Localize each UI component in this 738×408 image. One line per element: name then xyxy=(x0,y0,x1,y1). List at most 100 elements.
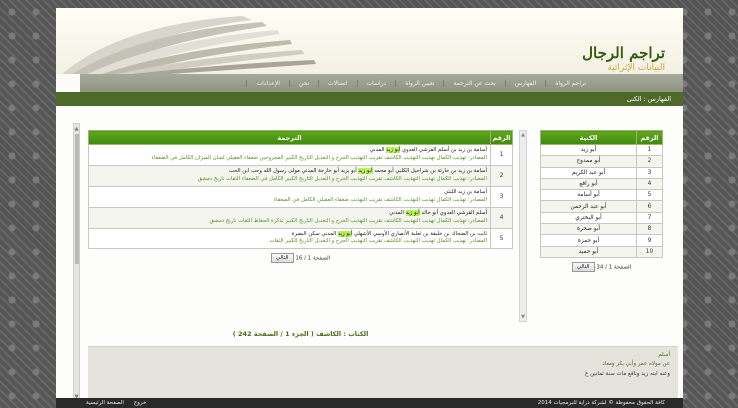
sources-list[interactable]: المصادر: تهذيب الكمال تهذيب التهذيب الكا… xyxy=(92,176,487,184)
nav-item-contacts[interactable]: اتصالات xyxy=(318,79,356,87)
next-page-button[interactable]: التالي xyxy=(571,261,595,272)
book-reference: الكتاب : الكاشف ( الجزء 1 / الصفحة 242 ) xyxy=(232,330,369,338)
row-number: 10 xyxy=(636,245,663,258)
sources-list[interactable]: المصادر: تهذيب الكمال تهذيب التهذيب الكا… xyxy=(92,218,487,226)
footer-links: خروج الصفحة الرئيسية xyxy=(78,400,146,406)
pager-text: الصفحة 1 / 16 xyxy=(295,255,331,262)
table-row[interactable]: أسامة بن زيد بن أسلم القرشي العدوي أبو ز… xyxy=(88,144,513,166)
narrator-name-rest: أبو يزيد أبو خارجة المدني مولى رسول الله… xyxy=(228,167,359,174)
translation-table: الترجمة الرقم أسامة بن زيد بن أسلم القرش… xyxy=(88,130,513,250)
row-number: 9 xyxy=(636,234,663,247)
kunya-cell[interactable]: أبو البختري xyxy=(540,211,637,225)
nav-item-identify[interactable]: تعيين الرواة xyxy=(395,79,443,87)
translation-cell[interactable]: أسامة بن زيد بن أسلم القرشي العدوي أبو ز… xyxy=(88,144,491,166)
row-number: 5 xyxy=(636,189,663,202)
kunya-panel: الكنية الرقم أبو زيد 1 أبو ممدوح 2 أبو عبد… xyxy=(540,130,663,272)
table-row[interactable]: أبو صخرة 8 xyxy=(540,223,663,236)
main-content: ▲ ▼ الترجمة الرقم أسامة بن زيد بن أسلم ا… xyxy=(56,106,683,408)
table-row[interactable]: أبو عبد الرحمن 6 xyxy=(540,200,663,213)
sources-list[interactable]: المصادر: تهذيب الكمال تهذيب التهذيب الكا… xyxy=(92,197,487,205)
nav-item-about[interactable]: نحن xyxy=(288,79,318,87)
row-number: 6 xyxy=(636,200,663,213)
kunya-cell[interactable]: أبو عبد الكريم xyxy=(540,166,637,179)
home-link[interactable]: الصفحة الرئيسية xyxy=(86,400,124,406)
biography-box: أسلم عن مولاه عمر وأبي بكر ومعاذ وعنه اب… xyxy=(88,346,678,402)
table-row[interactable]: أسامة بن زيد بن حارثة بن شراحيل الكلبي أ… xyxy=(88,164,513,187)
sources-list[interactable]: المصادر: تهذيب الكمال تهذيب التهذيب الكا… xyxy=(92,238,487,246)
logo-title: تراجم الرجال xyxy=(582,44,665,62)
main-nav: تراجم الرواة الفهارس بحث عن الترجمة تعيي… xyxy=(80,74,683,92)
scroll-down-icon[interactable]: ▼ xyxy=(520,314,526,320)
column-header-number: الرقم xyxy=(490,130,513,145)
nav-item-settings[interactable]: الإعدادات xyxy=(246,79,288,87)
narrator-name-rest: المدني xyxy=(369,147,387,153)
row-number: 3 xyxy=(490,185,513,208)
row-number: 8 xyxy=(636,223,663,236)
translation-cell[interactable]: أسامة بن زيد بن حارثة بن شراحيل الكلبي أ… xyxy=(88,164,491,187)
row-number: 1 xyxy=(636,143,663,157)
translation-cell[interactable]: أسلم القرشي العدوي أبو خالد أبو زيد المد… xyxy=(88,206,491,229)
breadcrumb: الفهارس : الكنى xyxy=(56,92,683,106)
translation-panel: الترجمة الرقم أسامة بن زيد بن أسلم القرش… xyxy=(88,130,513,264)
next-page-button[interactable]: التالي xyxy=(270,253,294,264)
narrator-name[interactable]: أسامة بن زيد الليثي xyxy=(444,189,487,195)
narrator-name[interactable]: أسامة بن زيد بن حارثة بن شراحيل الكلبي أ… xyxy=(373,168,487,174)
translation-cell[interactable]: أسامة بن زيد الليثي المصادر: تهذيب الكما… xyxy=(88,185,491,208)
kunya-table: الكنية الرقم أبو زيد 1 أبو ممدوح 2 أبو عبد… xyxy=(540,130,663,258)
kunya-cell[interactable]: أبو صخرة xyxy=(540,223,637,236)
kunya-cell[interactable]: أبو عبد الرحمن xyxy=(540,200,637,213)
nav-item-studies[interactable]: دراسات xyxy=(356,79,396,87)
kunya-highlight: أبو زيد xyxy=(386,147,401,153)
kunya-cell[interactable]: أبو ممدوح xyxy=(540,155,637,168)
kunya-highlight: أبو زيد xyxy=(337,230,353,237)
scroll-up-icon[interactable]: ▲ xyxy=(74,126,79,132)
kunya-cell[interactable]: أبو زيد xyxy=(540,143,637,157)
row-number: 7 xyxy=(636,211,663,225)
sources-list[interactable]: المصادر: تهذيب الكمال تهذيب التهذيب الكا… xyxy=(92,155,487,163)
bio-line: عن مولاه عمر وأبي بكر ومعاذ xyxy=(602,361,670,368)
narrator-name[interactable]: أسلم القرشي العدوي أبو خالد xyxy=(420,210,487,216)
table-row[interactable]: أسلم القرشي العدوي أبو خالد أبو زيد المد… xyxy=(88,206,513,229)
column-header-kunya: الكنية xyxy=(540,130,637,145)
table-row[interactable]: أبو ممدوح 2 xyxy=(540,155,663,168)
column-header-translation: الترجمة xyxy=(88,130,491,145)
table-row[interactable]: أبو حميد 10 xyxy=(540,245,663,258)
kunya-cell[interactable]: أبو رافع xyxy=(540,177,637,191)
kunya-cell[interactable]: أبو حمزة xyxy=(540,234,637,247)
row-number: 5 xyxy=(490,227,513,250)
header: تراجم الرجال البيانات الإثرائية xyxy=(56,8,683,74)
table-row[interactable]: أبو زيد 1 xyxy=(540,143,663,157)
table-row[interactable]: أسامة بن زيد الليثي المصادر: تهذيب الكما… xyxy=(88,185,513,208)
logout-link[interactable]: خروج xyxy=(134,400,147,406)
bio-line: وعنه ابنه زيد وناقع مات سنة ثمانين ع xyxy=(584,370,670,377)
nav-item-indexes[interactable]: الفهارس xyxy=(504,79,545,87)
narrator-name-rest: المدني xyxy=(389,209,406,216)
translation-cell[interactable]: ثابت بن الضحاك بن خليفة بن ثعلبة الأنصار… xyxy=(88,227,491,250)
nav-item-narrators[interactable]: تراجم الرواة xyxy=(545,79,595,87)
row-number: 2 xyxy=(490,164,513,187)
kunya-pager: الصفحة 1 / 34 التالي xyxy=(540,261,663,272)
footer: كافة الحقوق محفوظة © لشركة دراية للبرمجي… xyxy=(56,398,683,408)
table-row[interactable]: أبو أسامة 5 xyxy=(540,189,663,202)
narrator-name[interactable]: ثابت بن الضحاك بن خليفة بن ثعلبة الأنصار… xyxy=(352,231,487,237)
table-row[interactable]: أبو عبد الكريم 3 xyxy=(540,166,663,179)
table-scrollbar[interactable]: ▲ ▼ xyxy=(519,130,527,322)
kunya-highlight: أبو زيد xyxy=(358,167,373,174)
table-row[interactable]: أبو رافع 4 xyxy=(540,177,663,191)
kunya-cell[interactable]: أبو أسامة xyxy=(540,189,637,202)
row-number: 2 xyxy=(636,155,663,168)
table-row[interactable]: ثابت بن الضحاك بن خليفة بن ثعلبة الأنصار… xyxy=(88,227,513,250)
table-row[interactable]: أبو حمزة 9 xyxy=(540,234,663,247)
narrator-name[interactable]: أسامة بن زيد بن أسلم القرشي العدوي xyxy=(400,147,487,153)
table-row[interactable]: أبو البختري 7 xyxy=(540,211,663,225)
row-number: 3 xyxy=(636,166,663,179)
kunya-highlight: أبو زيد xyxy=(405,209,420,216)
nav-item-search[interactable]: بحث عن الترجمة xyxy=(443,79,504,87)
scroll-up-icon[interactable]: ▲ xyxy=(520,132,526,138)
scrollbar-thumb[interactable] xyxy=(75,134,79,264)
column-header-number: الرقم xyxy=(636,130,663,145)
app-window: تراجم الرجال البيانات الإثرائية تراجم ال… xyxy=(56,8,683,408)
logo-subtitle: البيانات الإثرائية xyxy=(607,63,665,73)
kunya-cell[interactable]: أبو حميد xyxy=(540,245,637,258)
page-scrollbar[interactable]: ▲ ▼ xyxy=(73,123,80,403)
